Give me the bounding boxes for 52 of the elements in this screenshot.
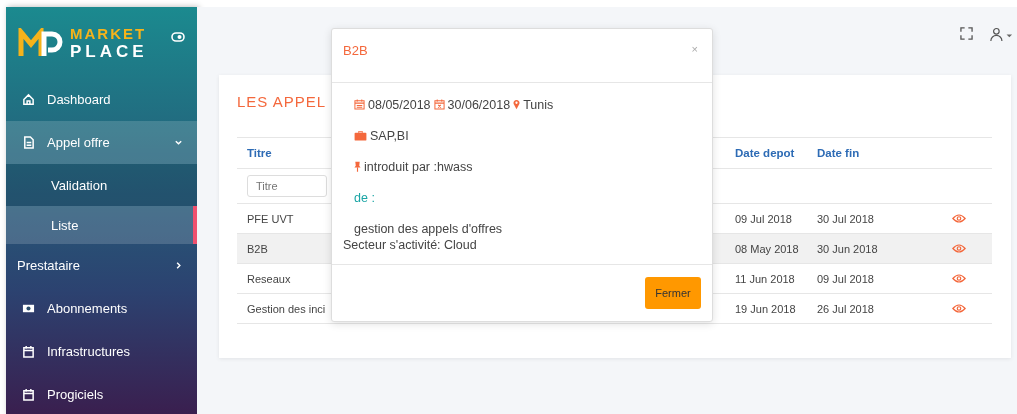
start-date: 08/05/2018: [368, 97, 431, 112]
logo-text: PLACE: [70, 42, 148, 61]
from-label: de :: [354, 189, 376, 207]
modal-title: B2B: [343, 43, 368, 58]
location-text: Tunis: [523, 97, 554, 112]
table-cell: 30 Jun 2018: [807, 234, 942, 264]
sidebar-subitem[interactable]: Validation: [6, 164, 197, 206]
logo-mark-icon: [18, 27, 64, 58]
table-cell: 08 May 2018: [725, 234, 807, 264]
pin-icon: [354, 161, 361, 172]
briefcase-icon: [354, 130, 367, 141]
document-icon: [22, 136, 35, 149]
description-text: gestion des appels d'offres: [354, 220, 504, 238]
table-cell: B2B: [237, 234, 330, 264]
calendar-icon: [22, 388, 35, 401]
location-pin-icon: [513, 99, 521, 110]
sidebar-item[interactable]: Abonnements: [6, 287, 197, 330]
calendar-icon: [433, 99, 445, 110]
view-icon[interactable]: [952, 243, 966, 254]
banknote-icon: [22, 302, 35, 315]
close-button[interactable]: Fermer: [645, 277, 701, 309]
column-header: Date fin: [807, 137, 942, 169]
table-cell: 19 Jun 2018: [725, 294, 807, 324]
view-icon[interactable]: [952, 273, 966, 284]
skills-text: SAP,BI: [370, 128, 409, 143]
fullscreen-icon[interactable]: [960, 27, 973, 40]
sidebar-subitem[interactable]: Liste: [6, 206, 197, 244]
home-icon: [22, 93, 35, 106]
sector-text: Secteur s'activité: Cloud: [343, 238, 477, 254]
view-icon[interactable]: [952, 303, 966, 314]
logo-text: MARKET: [70, 24, 148, 43]
filter-field[interactable]: Titre: [247, 175, 327, 197]
calendar-icon: [354, 99, 365, 110]
table-cell: 11 Jun 2018: [725, 264, 807, 294]
table-cell: 26 Jul 2018: [807, 294, 942, 324]
view-icon[interactable]: [952, 213, 966, 224]
author-text: introduit par :hwass: [364, 159, 473, 174]
column-header: Titre: [237, 137, 330, 169]
calendar-icon: [22, 345, 35, 358]
sidebar-item[interactable]: Infrastructures: [6, 330, 197, 373]
table-cell: Gestion des inci: [237, 294, 330, 324]
column-header: Date depot: [725, 137, 807, 169]
toggle-icon[interactable]: [171, 32, 185, 42]
sidebar-item[interactable]: Dashboard: [6, 78, 197, 121]
table-cell: Reseaux: [237, 264, 330, 294]
sidebar-item[interactable]: Progiciels: [6, 373, 197, 414]
sidebar-item[interactable]: Prestataire: [6, 244, 197, 287]
sidebar-item[interactable]: Appel offre: [6, 121, 197, 164]
user-menu-icon[interactable]: [989, 27, 1013, 42]
table-cell: 09 Jul 2018: [807, 264, 942, 294]
end-date: 30/06/2018: [447, 97, 511, 112]
page-title: LES APPEL: [237, 93, 327, 112]
